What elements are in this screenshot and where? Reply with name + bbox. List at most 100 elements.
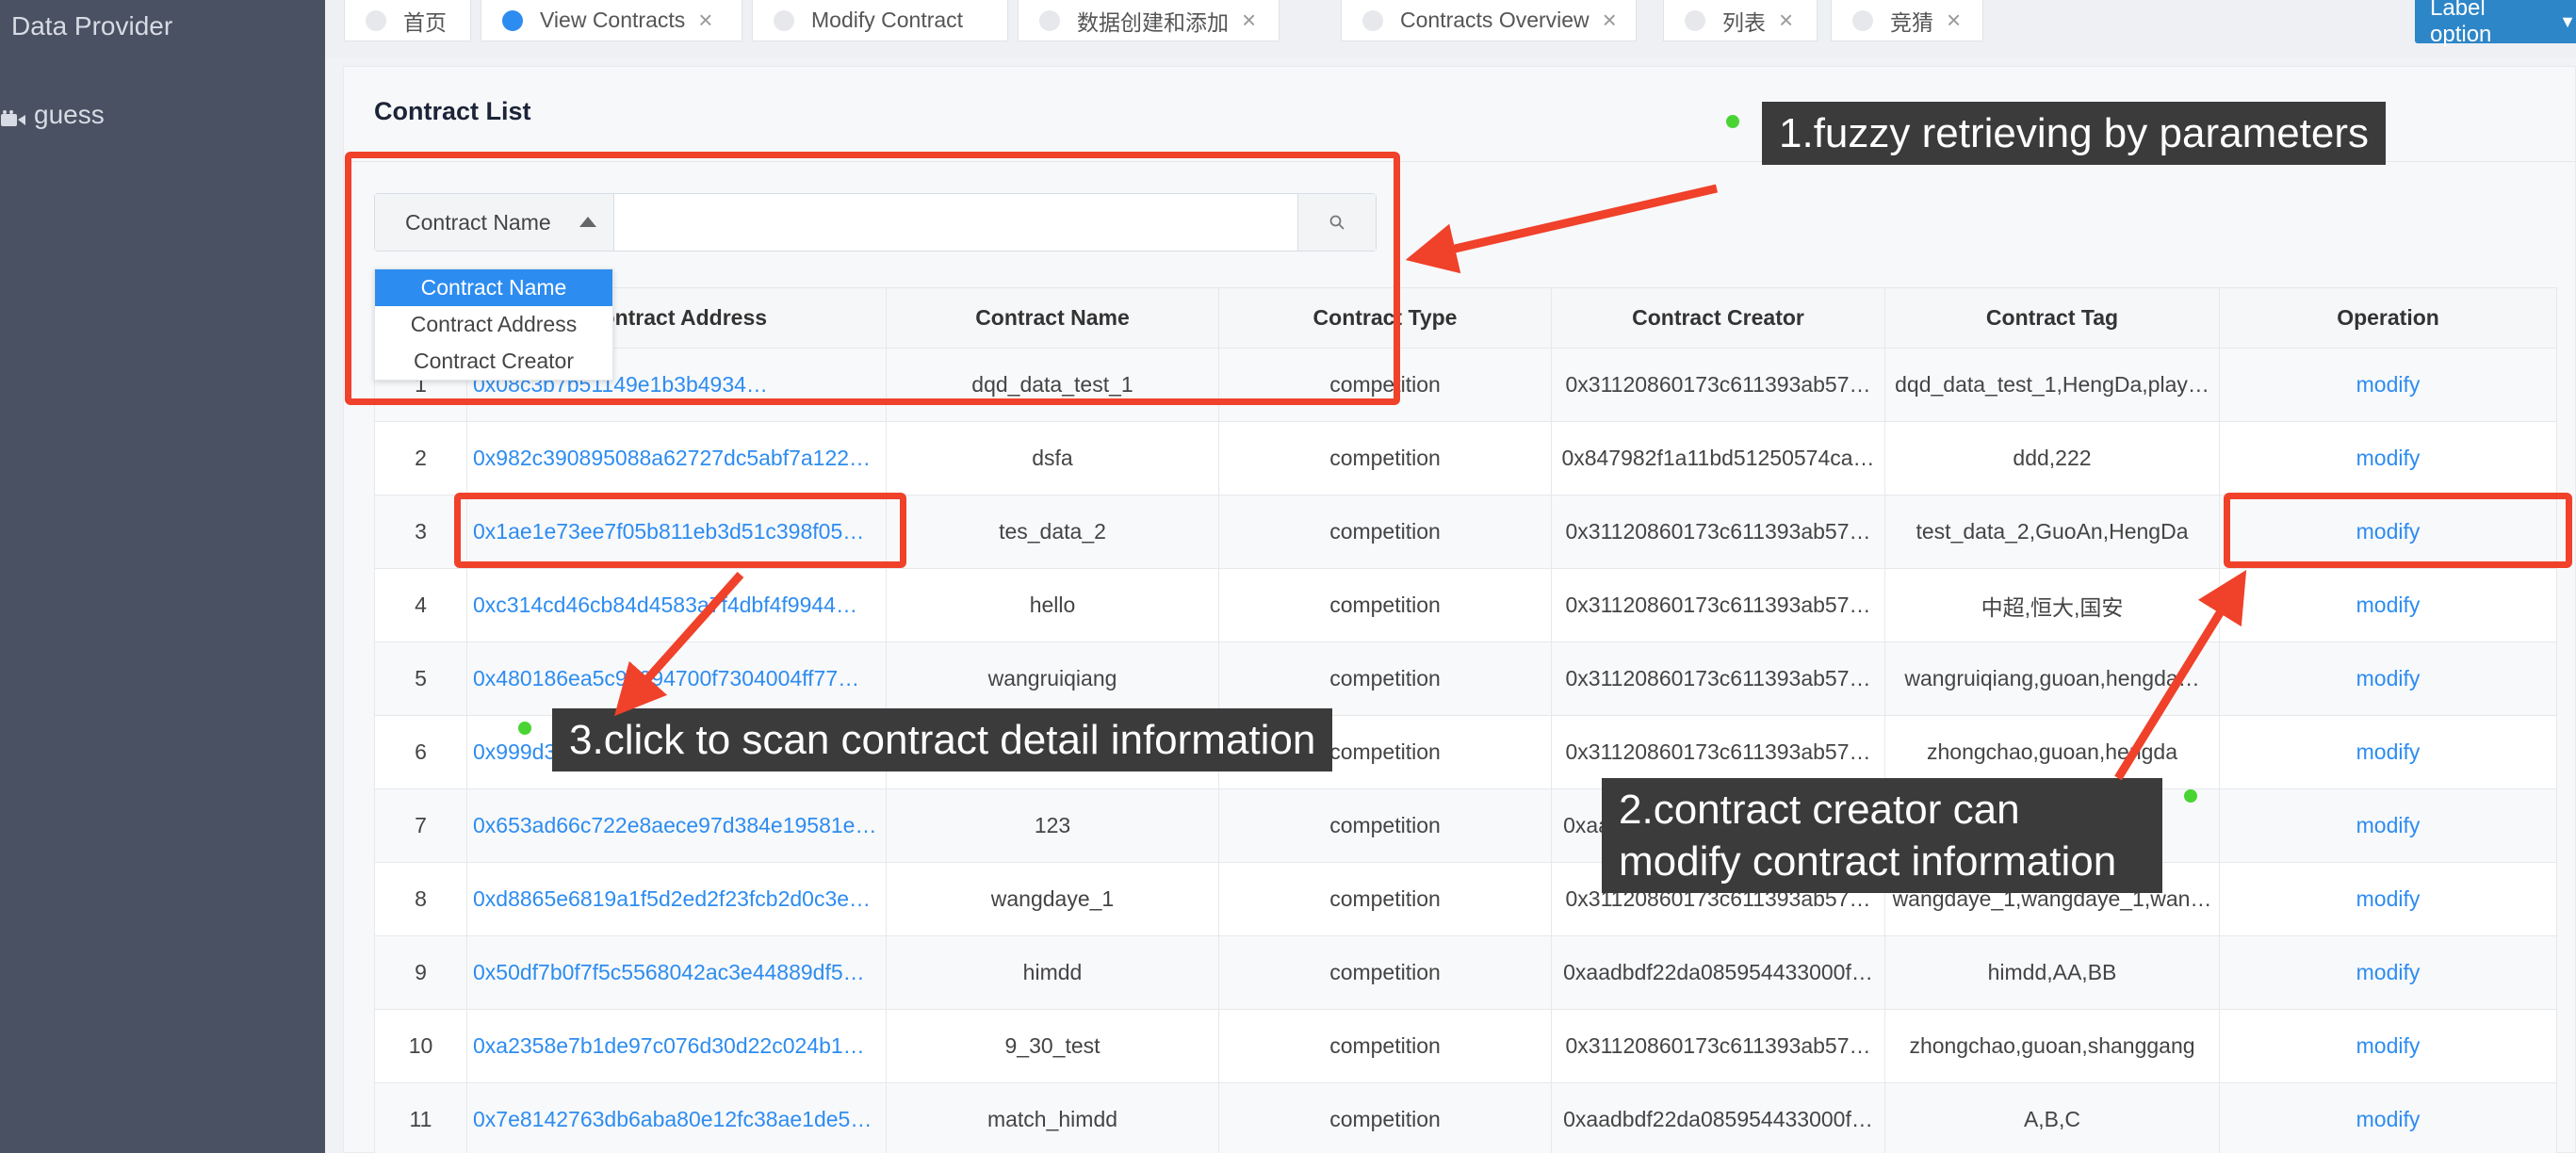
modify-link[interactable]: modify <box>2219 788 2557 863</box>
close-icon[interactable]: × <box>1947 6 1961 35</box>
cell-contract-name: 9_30_test <box>886 1009 1219 1083</box>
label-option-button[interactable]: Label option ▼ <box>2415 0 2576 47</box>
tab-status-dot <box>774 9 794 31</box>
cell-contract-type: competition <box>1218 1082 1552 1153</box>
tab-modify-contract[interactable]: Modify Contract <box>752 0 1008 41</box>
cell-contract-creator: 0xaadbdf22da085954433000f… <box>1551 935 1885 1010</box>
contract-address-link[interactable]: 0x50df7b0f7f5c5568042ac3e44889df5… <box>466 935 887 1010</box>
label-option-text: Label option <box>2430 0 2492 47</box>
contract-address-link[interactable]: 0x480186ea5c91294700f7304004ff77… <box>466 641 887 716</box>
tab-contracts-overview[interactable]: Contracts Overview × <box>1341 0 1637 41</box>
table-row: 7 0x653ad66c722e8aece97d384e19581e… 123 com… <box>374 788 2557 863</box>
tab-view-contracts[interactable]: View Contracts × <box>481 0 742 41</box>
tab-label: 数据创建和添加 <box>1077 9 1229 35</box>
cell-contract-creator: 0x847982f1a11bd51250574ca… <box>1551 421 1885 495</box>
cell-contract-creator: 0x31120860173c611393ab57… <box>1551 568 1885 642</box>
cell-index: 4 <box>374 568 467 642</box>
cell-contract-creator: 0x31120860173c611393ab57… <box>1551 641 1885 716</box>
column-header-operation: Operation <box>2219 287 2557 349</box>
tab-status-dot <box>1685 9 1705 31</box>
modify-link[interactable]: modify <box>2219 715 2557 789</box>
cell-contract-name: himdd <box>886 935 1219 1010</box>
cell-index: 10 <box>374 1009 467 1083</box>
contract-address-link[interactable]: 0xc314cd46cb84d4583a7f4dbf4f9944… <box>466 568 887 642</box>
tab-label: 列表 <box>1722 9 1766 35</box>
modify-link[interactable]: modify <box>2219 641 2557 716</box>
cell-contract-name: 123 <box>886 788 1219 863</box>
cell-contract-tag: 中超,恒大,国安 <box>1884 568 2220 642</box>
contract-address-link[interactable]: 0x7e8142763db6aba80e12fc38ae1de5… <box>466 1082 887 1153</box>
modify-link[interactable]: modify <box>2219 1009 2557 1083</box>
modify-link[interactable]: modify <box>2219 348 2557 422</box>
contract-address-link[interactable]: 0x653ad66c722e8aece97d384e19581e… <box>466 788 887 863</box>
cell-contract-name: wangdaye_1 <box>886 862 1219 936</box>
tab-home[interactable]: 首页 <box>344 0 471 41</box>
contract-address-link[interactable]: 0xd8865e6819a1f5d2ed2f23fcb2d0c3e… <box>466 862 887 936</box>
table-row: 10 0xa2358e7b1de97c076d30d22c024b1… 9_30_t… <box>374 1009 2557 1083</box>
tab-guess[interactable]: 竞猜 × <box>1831 0 1983 41</box>
contract-address-link[interactable]: 0xa2358e7b1de97c076d30d22c024b1… <box>466 1009 887 1083</box>
cell-contract-creator: 0x31120860173c611393ab57… <box>1551 495 1885 569</box>
caret-down-icon: ▼ <box>2559 11 2576 31</box>
video-icon <box>0 106 26 126</box>
close-icon[interactable]: × <box>1242 6 1256 35</box>
sidebar: Data Provider guess <box>0 0 325 1153</box>
modify-link[interactable]: modify <box>2219 1082 2557 1153</box>
cell-contract-name: match_himdd <box>886 1082 1219 1153</box>
tab-status-dot <box>1852 9 1873 31</box>
cell-index: 2 <box>374 421 467 495</box>
modify-link[interactable]: modify <box>2219 568 2557 642</box>
tab-status-dot <box>1362 9 1383 31</box>
cell-contract-name: hello <box>886 568 1219 642</box>
annotation-box-address <box>454 493 906 568</box>
cell-contract-tag: wangruiqiang,guoan,hengda… <box>1884 641 2220 716</box>
table-row: 5 0x480186ea5c91294700f7304004ff77… wangru… <box>374 641 2557 716</box>
cell-contract-tag: test_data_2,GuoAn,HengDa <box>1884 495 2220 569</box>
annotation-box-search <box>345 152 1400 405</box>
annotation-box-modify <box>2224 493 2572 568</box>
close-icon[interactable]: × <box>1779 6 1793 35</box>
cell-contract-creator: 0xaadbdf22da085954433000f… <box>1551 1082 1885 1153</box>
cell-index: 11 <box>374 1082 467 1153</box>
annotation-dot <box>518 722 531 735</box>
close-icon[interactable]: × <box>698 6 712 35</box>
tab-label: 首页 <box>403 9 447 35</box>
annotation-callout-3: 3.click to scan contract detail informat… <box>552 708 1333 771</box>
page-title: Contract List <box>374 97 531 125</box>
cell-index: 6 <box>374 715 467 789</box>
table-row: 11 0x7e8142763db6aba80e12fc38ae1de5… match… <box>374 1082 2557 1153</box>
tab-list[interactable]: 列表 × <box>1663 0 1818 41</box>
table-row: 4 0xc314cd46cb84d4583a7f4dbf4f9944… hello c… <box>374 568 2557 642</box>
column-header-tag: Contract Tag <box>1884 287 2220 349</box>
cell-contract-name: dsfa <box>886 421 1219 495</box>
cell-contract-type: competition <box>1218 1009 1552 1083</box>
annotation-dot <box>1726 115 1739 128</box>
modify-link[interactable]: modify <box>2219 935 2557 1010</box>
close-icon[interactable]: × <box>1603 6 1617 35</box>
column-header-creator: Contract Creator <box>1551 287 1885 349</box>
contract-address-link[interactable]: 0x982c390895088a62727dc5abf7a122… <box>466 421 887 495</box>
table-row: 8 0xd8865e6819a1f5d2ed2f23fcb2d0c3e… wangd… <box>374 862 2557 936</box>
cell-contract-creator: 0x31120860173c611393ab57… <box>1551 1009 1885 1083</box>
cell-contract-tag: zhongchao,guoan,shanggang <box>1884 1009 2220 1083</box>
table-row: 9 0x50df7b0f7f5c5568042ac3e44889df5… himdd… <box>374 935 2557 1010</box>
cell-index: 7 <box>374 788 467 863</box>
cell-contract-type: competition <box>1218 421 1552 495</box>
table-row: 2 0x982c390895088a62727dc5abf7a122… dsfa co… <box>374 421 2557 495</box>
cell-contract-type: competition <box>1218 935 1552 1010</box>
tab-status-dot <box>366 9 386 31</box>
tab-label: 竞猜 <box>1890 9 1933 35</box>
modify-link[interactable]: modify <box>2219 421 2557 495</box>
tab-data-create[interactable]: 数据创建和添加 × <box>1018 0 1280 41</box>
cell-contract-tag: A,B,C <box>1884 1082 2220 1153</box>
sidebar-item-guess[interactable]: guess <box>0 100 105 130</box>
sidebar-brand: Data Provider <box>11 11 173 41</box>
tab-label: View Contracts <box>540 8 686 32</box>
sidebar-item-label: guess <box>34 100 105 129</box>
annotation-callout-1: 1.fuzzy retrieving by parameters <box>1762 102 2387 165</box>
cell-contract-name: tes_data_2 <box>886 495 1219 569</box>
tab-label: Contracts Overview <box>1400 8 1590 32</box>
modify-link[interactable]: modify <box>2219 862 2557 936</box>
cell-contract-creator: 0x31120860173c611393ab57… <box>1551 348 1885 422</box>
cell-index: 9 <box>374 935 467 1010</box>
